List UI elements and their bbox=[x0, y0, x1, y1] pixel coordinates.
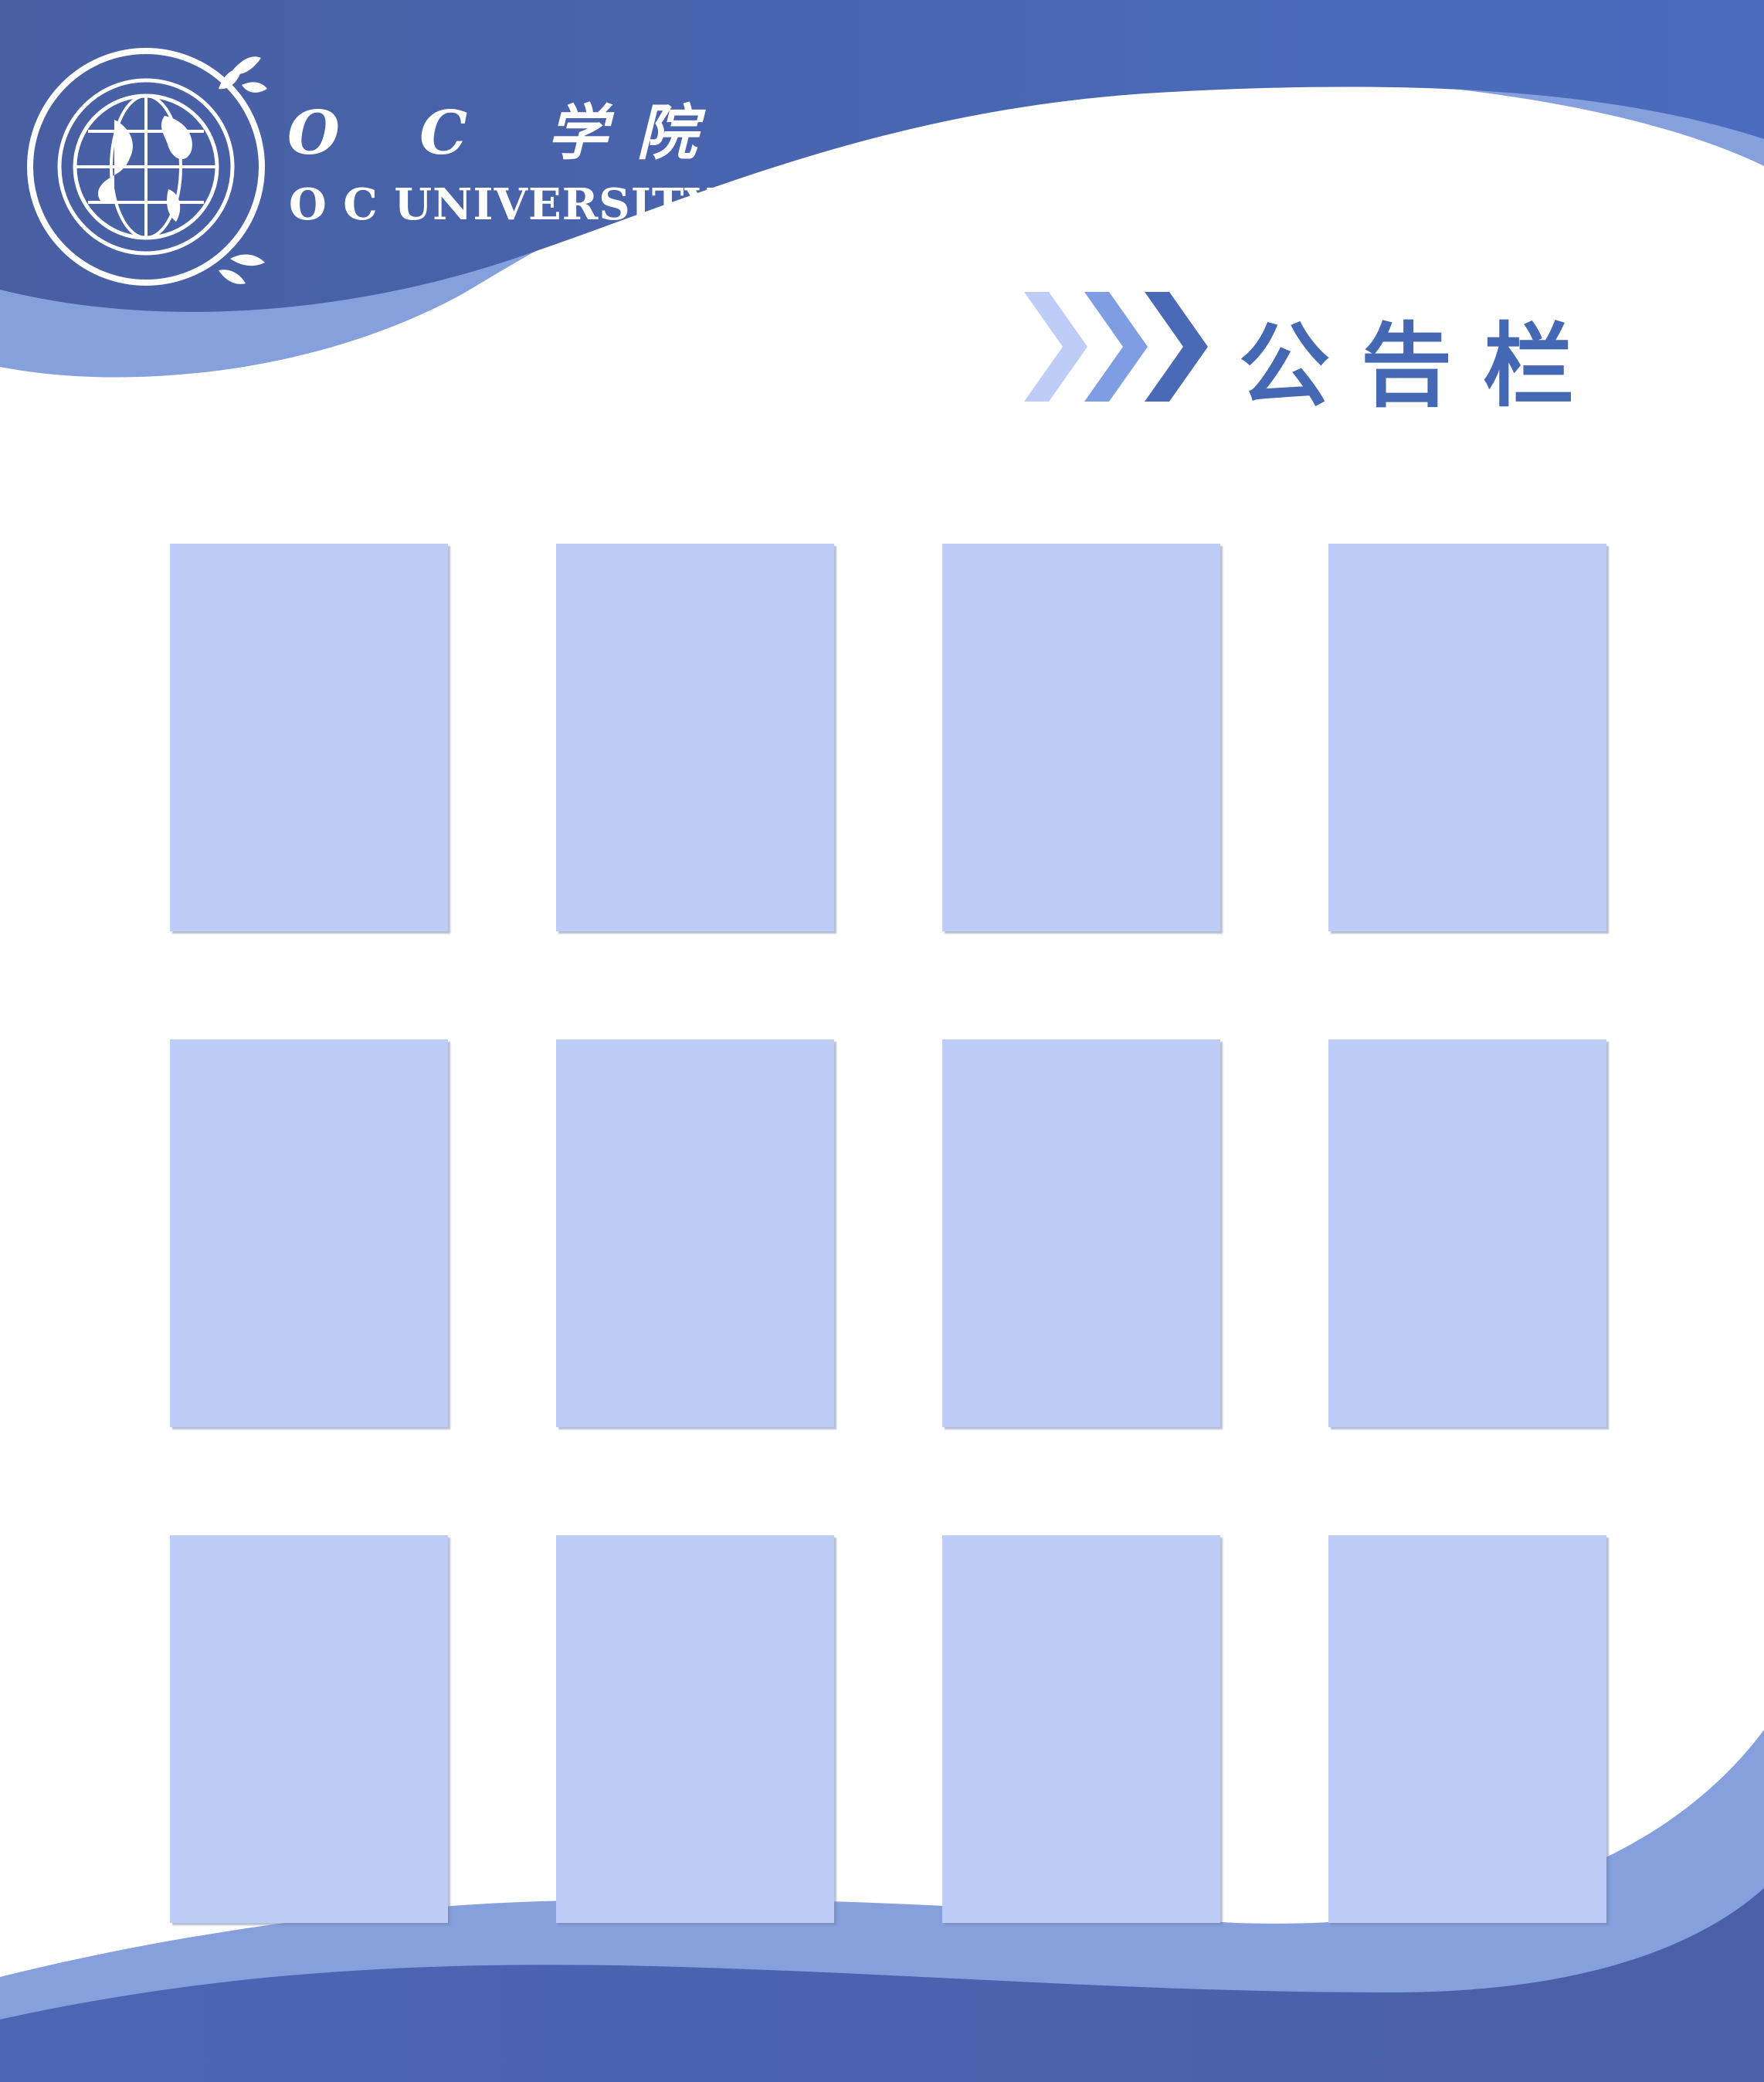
notice-panel[interactable] bbox=[942, 544, 1220, 931]
notice-panel[interactable] bbox=[942, 1535, 1220, 1923]
board-title: 公告栏 bbox=[1239, 312, 1606, 419]
notice-panel[interactable] bbox=[942, 1039, 1220, 1427]
notice-panel[interactable] bbox=[556, 1039, 834, 1427]
notice-panel[interactable] bbox=[556, 1535, 834, 1923]
notice-panel[interactable] bbox=[1328, 1535, 1606, 1923]
notice-board-grid bbox=[170, 544, 1606, 1923]
notice-panel[interactable] bbox=[170, 1535, 448, 1923]
institution-name-en: O C UNIVERSITY bbox=[289, 179, 717, 230]
notice-panel[interactable] bbox=[1328, 544, 1606, 931]
notice-panel[interactable] bbox=[170, 544, 448, 931]
notice-panel[interactable] bbox=[170, 1039, 448, 1427]
notice-panel[interactable] bbox=[1328, 1039, 1606, 1427]
institution-name-cn: O C 学院 bbox=[287, 98, 727, 168]
globe-emblem-icon bbox=[27, 48, 267, 286]
triple-chevron-right-icon bbox=[1024, 292, 1208, 402]
notice-panel[interactable] bbox=[556, 544, 834, 931]
